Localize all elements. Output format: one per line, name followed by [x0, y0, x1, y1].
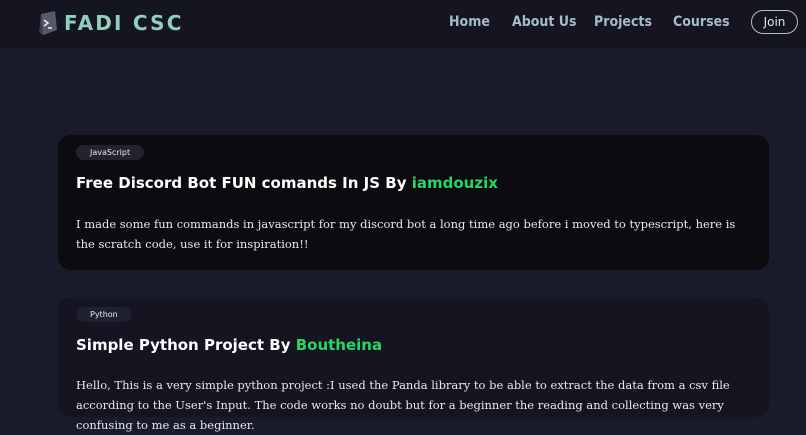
project-title-text: Simple Python Project: [76, 336, 265, 354]
nav-link-about-us[interactable]: About Us: [512, 12, 577, 32]
project-description: I made some fun commands in javascript f…: [76, 217, 736, 251]
project-title: Free Discord Bot FUN comands In JS By ia…: [76, 172, 498, 194]
language-tag: Python: [76, 307, 132, 322]
project-title: Simple Python Project By Boutheina: [76, 334, 382, 356]
join-button[interactable]: Join: [751, 10, 798, 34]
nav-link-courses[interactable]: Courses: [673, 12, 730, 32]
author-link[interactable]: Boutheina: [296, 336, 382, 354]
nav-links: Home About Us Projects Courses: [0, 0, 806, 48]
project-by-label: By: [385, 174, 407, 192]
nav-link-home[interactable]: Home: [449, 12, 490, 32]
project-description: Hello, This is a very simple python proj…: [76, 378, 730, 432]
language-tag: JavaScript: [76, 145, 145, 160]
top-navbar: FADI CSC Home About Us Projects Courses …: [0, 0, 806, 48]
nav-link-projects[interactable]: Projects: [594, 12, 652, 32]
project-card: JavaScript Free Discord Bot FUN comands …: [58, 135, 769, 270]
author-link[interactable]: iamdouzix: [412, 174, 498, 192]
project-by-label: By: [269, 336, 291, 354]
project-title-text: Free Discord Bot FUN comands In JS: [76, 174, 381, 192]
project-card: Python Simple Python Project By Bouthein…: [58, 297, 769, 432]
